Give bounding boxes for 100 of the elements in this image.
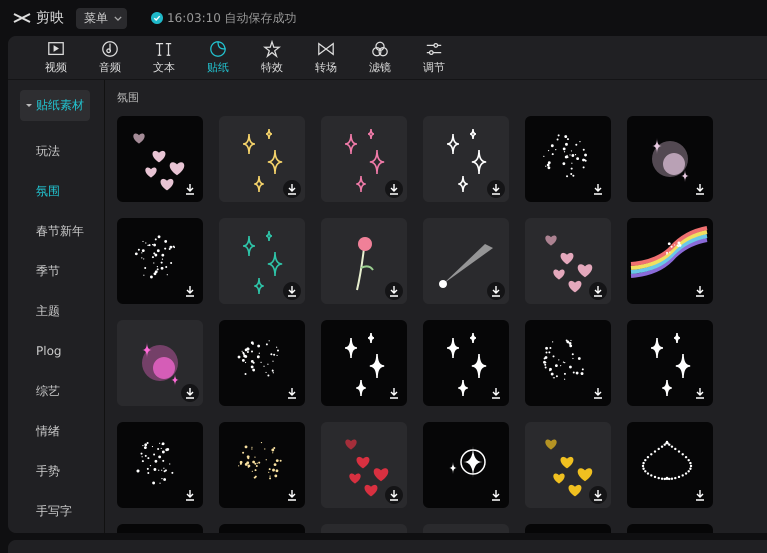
sticker-thumbnail[interactable] [627, 116, 713, 202]
sticker-thumbnail[interactable] [117, 116, 203, 202]
media-tab[interactable]: 视频 [29, 36, 83, 79]
sticker-thumbnail[interactable] [525, 320, 611, 406]
sticker-thumbnail[interactable] [423, 422, 509, 508]
media-tab[interactable]: 贴纸 [191, 36, 245, 79]
category-item[interactable]: 主题 [36, 301, 60, 321]
download-icon [286, 489, 298, 501]
sparkle-dust-drawing [136, 442, 174, 484]
play-icon [47, 40, 65, 58]
sparkles-drawing [242, 230, 283, 295]
download-button[interactable] [589, 282, 607, 300]
category-item[interactable]: 手势 [36, 461, 60, 481]
menu-button[interactable]: 菜单 [76, 8, 127, 28]
download-icon [388, 489, 400, 501]
sticker-thumbnail[interactable] [117, 218, 203, 304]
sparkles-drawing [446, 128, 487, 193]
sticker-thumbnail[interactable] [627, 320, 713, 406]
sticker-thumbnail[interactable] [117, 320, 203, 406]
sticker-thumbnail[interactable] [219, 422, 305, 508]
sticker-thumbnail[interactable] [321, 422, 407, 508]
media-tab[interactable]: 文本 [137, 36, 191, 79]
category-item[interactable]: 手写字 [36, 501, 72, 521]
download-icon [694, 387, 706, 399]
media-tab[interactable]: 转场 [299, 36, 353, 79]
download-button[interactable] [487, 282, 505, 300]
media-tab[interactable]: 调节 [407, 36, 461, 79]
logo-icon [12, 12, 32, 24]
download-button[interactable] [589, 486, 607, 504]
hearts-drawing [545, 236, 592, 292]
download-icon [592, 183, 604, 195]
sticker-thumbnail[interactable] [219, 116, 305, 202]
bowtie-icon [317, 40, 335, 58]
sticker-thumbnail[interactable] [321, 320, 407, 406]
sticker-icon [209, 40, 227, 58]
download-icon [286, 285, 298, 297]
sticker-thumbnail[interactable] [525, 422, 611, 508]
media-tab[interactable]: 特效 [245, 36, 299, 79]
download-button[interactable] [385, 486, 403, 504]
glow-drawing [652, 138, 689, 182]
sparkle-dust-drawing [543, 134, 587, 178]
sticker-thumbnail[interactable] [423, 320, 509, 406]
text-icon [155, 40, 173, 58]
sticker-thumbnail[interactable] [423, 116, 509, 202]
media-tab[interactable]: 滤镜 [353, 36, 407, 79]
download-icon [388, 183, 400, 195]
sparkles-drawing [242, 128, 283, 193]
sparkle-dust-drawing [238, 340, 279, 377]
sticker-thumbnail[interactable] [321, 116, 407, 202]
download-icon [592, 285, 604, 297]
download-button[interactable] [487, 180, 505, 198]
category-item[interactable]: 季节 [36, 261, 60, 281]
download-button[interactable] [385, 180, 403, 198]
download-button[interactable] [283, 180, 301, 198]
sparkles-drawing [650, 332, 691, 397]
sticker-thumbnail[interactable] [525, 218, 611, 304]
sliders-icon [425, 40, 443, 58]
category-group[interactable]: 贴纸素材 [20, 90, 90, 121]
category-item[interactable]: Plog [36, 341, 62, 361]
download-icon [388, 387, 400, 399]
download-button[interactable] [181, 384, 199, 402]
download-icon [694, 183, 706, 195]
sparkle-dust-drawing [543, 339, 584, 380]
download-icon [184, 183, 196, 195]
dotted-heart-drawing [642, 440, 692, 480]
rose-drawing [356, 237, 374, 290]
sticker-thumbnail[interactable] [525, 116, 611, 202]
download-icon [694, 489, 706, 501]
category-item[interactable]: 情绪 [36, 421, 60, 441]
download-icon [184, 285, 196, 297]
sticker-thumbnail[interactable] [117, 422, 203, 508]
sticker-thumbnail[interactable] [627, 218, 713, 304]
media-tab[interactable]: 音频 [83, 36, 137, 79]
sticker-thumbnail[interactable] [219, 218, 305, 304]
sticker-thumbnail[interactable] [423, 218, 509, 304]
star-icon [263, 40, 281, 58]
download-button[interactable] [385, 282, 403, 300]
sticker-thumbnail[interactable] [219, 320, 305, 406]
save-status: 16:03:10 自动保存成功 [167, 10, 297, 26]
caret-icon [26, 103, 32, 108]
download-button[interactable] [283, 282, 301, 300]
hearts-drawing [133, 134, 184, 190]
sticker-thumbnail[interactable] [321, 218, 407, 304]
download-icon [490, 285, 502, 297]
sparkles-drawing [344, 128, 385, 193]
sparkle-dust-drawing [238, 442, 282, 480]
download-icon [592, 489, 604, 501]
download-icon [490, 387, 502, 399]
category-item[interactable]: 玩法 [36, 141, 60, 161]
download-icon [490, 183, 502, 195]
check-icon [151, 12, 163, 24]
sticker-thumbnail[interactable] [627, 422, 713, 508]
download-icon [184, 387, 196, 399]
download-icon [388, 285, 400, 297]
category-item[interactable]: 春节新年 [36, 221, 84, 241]
section-title: 氛围 [117, 90, 140, 106]
category-item[interactable]: 氛围 [36, 181, 60, 201]
category-item[interactable]: 综艺 [36, 381, 60, 401]
comet-drawing [439, 244, 493, 288]
music-note-icon [101, 40, 119, 58]
